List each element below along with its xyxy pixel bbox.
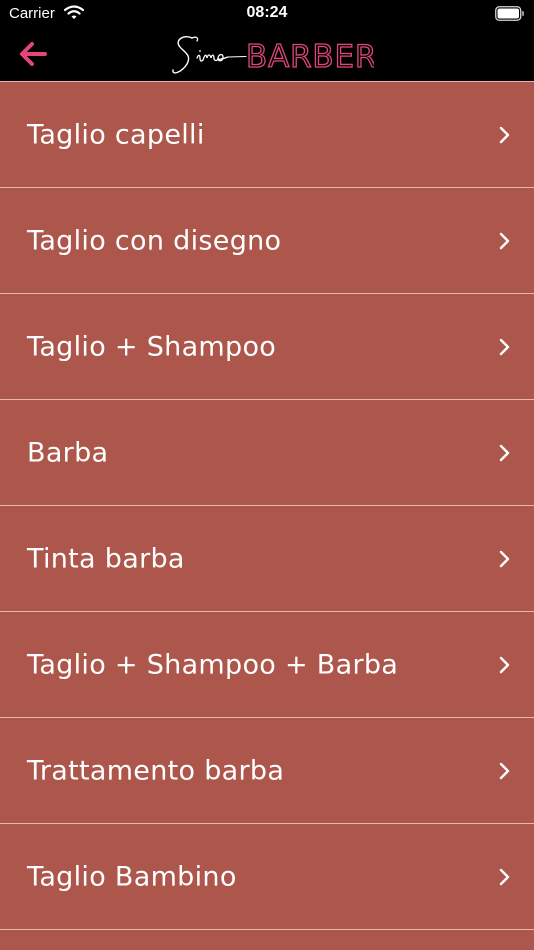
svg-text:BARBER: BARBER	[246, 39, 374, 75]
list-item-label: Tinta barba	[27, 543, 185, 574]
list-item-label: Taglio + Shampoo	[27, 331, 277, 362]
chevron-right-icon	[499, 444, 510, 461]
chevron-right-icon	[499, 762, 510, 779]
list-item-taglio-capelli[interactable]: Taglio capelli	[0, 82, 534, 188]
status-bar: Carrier 08:24	[0, 0, 534, 28]
list-item-taglio-con-disegno[interactable]: Taglio con disegno	[0, 188, 534, 294]
navigation-bar: BARBER	[0, 28, 534, 81]
list-item-label: Taglio + Shampoo + Barba	[27, 649, 399, 680]
chevron-right-icon	[499, 868, 510, 885]
list-item-label: Barba	[27, 437, 109, 468]
list-item-label: Taglio Bambino	[27, 861, 237, 892]
chevron-right-icon	[499, 338, 510, 355]
list-item-taglio-bambino[interactable]: Taglio Bambino	[0, 824, 534, 930]
list-item-label: Taglio capelli	[27, 119, 205, 150]
list-item-taglio-shampoo-barba[interactable]: Taglio + Shampoo + Barba	[0, 612, 534, 718]
list-item-tinta-barba[interactable]: Tinta barba	[0, 506, 534, 612]
list-item-taglio-shampoo[interactable]: Taglio + Shampoo	[0, 294, 534, 400]
back-arrow-icon[interactable]	[14, 36, 54, 72]
list-item-trattamento-barba[interactable]: Trattamento barba	[0, 718, 534, 824]
chevron-right-icon	[499, 656, 510, 673]
chevron-right-icon	[499, 232, 510, 249]
list-item-barba[interactable]: Barba	[0, 400, 534, 506]
status-time: 08:24	[246, 4, 288, 21]
list-item-label: Taglio con disegno	[27, 225, 282, 256]
services-list: Taglio capelli Taglio con disegno Taglio…	[0, 81, 534, 950]
chevron-right-icon	[499, 550, 510, 567]
simo-barber-logo: BARBER	[172, 36, 374, 76]
app-screen: Carrier 08:24 BARBER Taglio capelli Tagl…	[0, 0, 534, 950]
chevron-right-icon	[499, 126, 510, 143]
battery-icon	[495, 6, 524, 21]
list-item-label: Trattamento barba	[27, 755, 285, 786]
